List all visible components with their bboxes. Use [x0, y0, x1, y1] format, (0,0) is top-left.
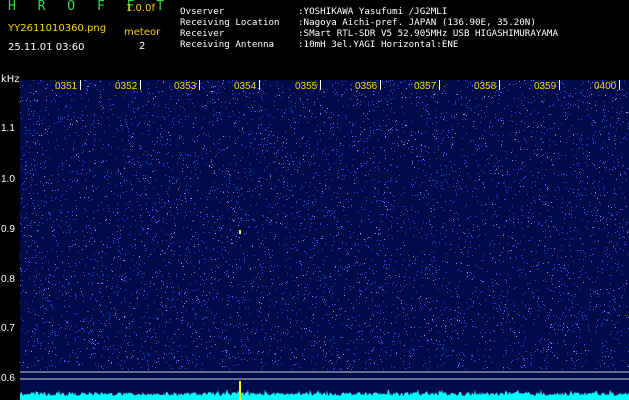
info-row-location: Receiving Location :Nagoya Aichi-pref. JA…	[180, 17, 536, 28]
info-value: :Nagoya Aichi-pref. JAPAN (136.90E, 35.2…	[298, 17, 536, 28]
x-tick-mark	[320, 80, 321, 90]
spectrogram	[20, 80, 629, 400]
info-row-observer: Ovserver :YOSHIKAWA Yasufumi /JG2MLI	[180, 6, 447, 17]
y-unit-label: kHz	[1, 74, 20, 85]
x-tick-mark	[619, 80, 620, 90]
x-tick-mark	[199, 80, 200, 90]
x-tick-label: 0400	[594, 81, 617, 92]
meteor-count: 2	[139, 41, 146, 52]
info-value: :SMart RTL-SDR V5 52.905MHz USB HIGASHIM…	[298, 28, 558, 39]
x-tick-label: 0353	[174, 81, 197, 92]
x-tick-mark	[80, 80, 81, 90]
y-tick-label: 0.7	[1, 323, 15, 334]
x-tick-label: 0355	[295, 81, 318, 92]
info-row-antenna: Receiving Antenna :10mH 3el.YAGI Horizont…	[180, 39, 458, 50]
info-value: :10mH 3el.YAGI Horizontal:ENE	[298, 39, 459, 50]
meteor-label: meteor	[124, 27, 161, 38]
x-tick-mark	[439, 80, 440, 90]
x-tick-mark	[140, 80, 141, 90]
info-row-receiver: Receiver :SMart RTL-SDR V5 52.905MHz USB …	[180, 28, 558, 39]
x-tick-label: 0357	[414, 81, 437, 92]
info-key: Ovserver	[180, 6, 225, 17]
x-tick-label: 0352	[115, 81, 138, 92]
timestamp: 25.11.01 03:60	[8, 42, 85, 53]
file-name: YY2611010360.png	[8, 23, 107, 34]
x-tick-label: 0356	[355, 81, 378, 92]
y-tick-label: 1.0	[1, 174, 15, 185]
x-tick-mark	[499, 80, 500, 90]
x-tick-mark	[559, 80, 560, 90]
x-tick-label: 0359	[534, 81, 557, 92]
y-tick-label: 0.8	[1, 274, 15, 285]
info-key: Receiving Location	[180, 17, 280, 28]
y-tick-label: 0.9	[1, 224, 15, 235]
info-value: :YOSHIKAWA Yasufumi /JG2MLI	[298, 6, 448, 17]
app-version: 1.0.0f	[126, 3, 155, 14]
x-tick-mark	[259, 80, 260, 90]
info-key: Receiving Antenna	[180, 39, 275, 50]
meteor-marker	[239, 381, 241, 400]
info-key: Receiver	[180, 28, 225, 39]
meteor-echo	[239, 230, 241, 234]
spectrogram-canvas	[20, 80, 629, 400]
x-tick-label: 0354	[234, 81, 257, 92]
x-tick-label: 0351	[55, 81, 78, 92]
y-tick-label: 1.1	[1, 123, 15, 134]
x-tick-label: 0358	[474, 81, 497, 92]
y-tick-label: 0.6	[1, 373, 15, 384]
x-tick-mark	[380, 80, 381, 90]
